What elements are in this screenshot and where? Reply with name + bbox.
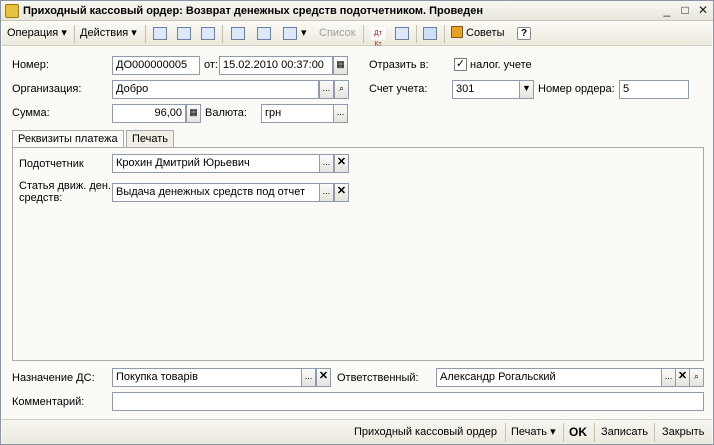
create-based-on-icon[interactable]	[280, 25, 300, 43]
toolbar-separator	[416, 25, 417, 43]
print-menu-button[interactable]: Печать ▾	[511, 424, 556, 442]
tab-print[interactable]: Печать	[126, 130, 175, 148]
save-button[interactable]: Записать	[601, 424, 648, 442]
date-field[interactable]: 15.02.2010 00:37:00	[219, 56, 333, 75]
number-field[interactable]: ДО000000005	[112, 56, 200, 75]
refresh-icon[interactable]	[174, 25, 194, 43]
account-dropdown-icon[interactable]: ▼	[519, 80, 534, 99]
account-label: Счет учета:	[369, 83, 428, 95]
organization-field[interactable]: Добро	[112, 80, 319, 99]
help-icon[interactable]: ?	[514, 25, 534, 43]
calculator-icon[interactable]: ▦	[186, 104, 201, 123]
tab-panel	[12, 147, 704, 361]
tax-accounting-label: налог. учете	[470, 59, 532, 71]
purpose-label: Назначение ДС:	[12, 372, 95, 384]
toolbar-separator	[222, 25, 223, 43]
report-icon[interactable]	[392, 25, 412, 43]
tips-icon	[451, 26, 463, 38]
comment-field[interactable]	[112, 392, 704, 411]
account-field[interactable]: 301	[452, 80, 520, 99]
cashflow-field[interactable]: Выдача денежных средств под отчет	[112, 183, 320, 202]
reflect-label: Отразить в:	[369, 59, 429, 71]
number-label: Номер:	[12, 59, 49, 71]
from-label: от:	[204, 59, 218, 71]
currency-label: Валюта:	[205, 107, 247, 119]
toolbar-separator	[363, 25, 364, 43]
command-bar: Приходный кассовый ордер Печать ▾ OK Зап…	[2, 419, 712, 444]
structure-icon[interactable]	[420, 25, 440, 43]
accountable-clear-icon[interactable]: ✕	[334, 154, 349, 173]
purpose-field[interactable]: Покупка товарів	[112, 368, 302, 387]
command-separator	[505, 423, 506, 442]
app-icon	[5, 4, 19, 18]
document-icon[interactable]	[198, 25, 218, 43]
organization-search-icon[interactable]: ⌕	[334, 80, 349, 99]
accountable-select-button[interactable]: ...	[319, 154, 334, 173]
tips-label: Советы	[466, 27, 505, 39]
document-window: Приходный кассовый ордер: Возврат денежн…	[0, 0, 714, 445]
cashflow-label-line1: Статья движ. ден.	[19, 180, 112, 192]
accountable-field[interactable]: Крохин Дмитрий Юрьевич	[112, 154, 320, 173]
tax-accounting-checkbox[interactable]: ✓	[454, 58, 467, 71]
tips-button[interactable]: Советы	[448, 25, 507, 43]
toolbar-separator	[444, 25, 445, 43]
title-bar: Приходный кассовый ордер: Возврат денежн…	[1, 1, 713, 21]
currency-field[interactable]: грн	[261, 104, 334, 123]
cashflow-label-line2: средств:	[19, 192, 63, 204]
responsible-clear-icon[interactable]: ✕	[675, 368, 690, 387]
toolbar-separator	[145, 25, 146, 43]
cash-order-print-button[interactable]: Приходный кассовый ордер	[354, 424, 497, 442]
command-separator	[594, 423, 595, 442]
calendar-icon[interactable]: ▦	[333, 56, 348, 75]
sum-field[interactable]: 96,00	[112, 104, 186, 123]
responsible-label: Ответственный:	[337, 372, 419, 384]
currency-select-button[interactable]: ...	[333, 104, 348, 123]
organization-select-button[interactable]: ...	[319, 80, 334, 99]
command-separator	[563, 423, 564, 442]
close-button[interactable]: Закрыть	[662, 424, 704, 442]
ok-button[interactable]: OK	[569, 424, 587, 442]
list-button[interactable]: Список	[316, 25, 359, 43]
responsible-select-button[interactable]: ...	[661, 368, 676, 387]
back-arrow-icon[interactable]	[150, 25, 170, 43]
responsible-field[interactable]: Александр Рогальский	[436, 368, 662, 387]
actions-menu[interactable]: Действия ▾	[77, 25, 140, 43]
comment-label: Комментарий:	[12, 396, 85, 408]
sum-label: Сумма:	[12, 107, 50, 119]
maximize-button[interactable]: □	[677, 3, 693, 18]
purpose-select-button[interactable]: ...	[301, 368, 316, 387]
cashflow-clear-icon[interactable]: ✕	[334, 183, 349, 202]
order-number-field[interactable]: 5	[619, 80, 689, 99]
tab-payment-details[interactable]: Реквизиты платежа	[12, 130, 124, 148]
order-number-label: Номер ордера:	[538, 83, 615, 95]
purpose-clear-icon[interactable]: ✕	[316, 368, 331, 387]
command-separator	[654, 423, 655, 442]
close-window-button[interactable]: ✕	[695, 3, 711, 18]
minimize-button[interactable]: _	[659, 3, 675, 18]
organization-label: Организация:	[12, 83, 82, 95]
responsible-search-icon[interactable]: ⌕	[689, 368, 704, 387]
unpost-document-icon[interactable]	[254, 25, 274, 43]
dt-kt-icon[interactable]: Дт Кт	[368, 25, 388, 48]
accountable-label: Подотчетник	[19, 158, 84, 170]
cashflow-select-button[interactable]: ...	[319, 183, 334, 202]
toolbar: Операция ▾ Действия ▾ ▾ Список Дт Кт Сов…	[2, 22, 712, 48]
window-title: Приходный кассовый ордер: Возврат денежн…	[23, 5, 483, 17]
post-document-icon[interactable]	[228, 25, 248, 43]
chevron-down-icon[interactable]: ▾	[298, 25, 310, 43]
operation-menu[interactable]: Операция ▾	[4, 25, 70, 43]
toolbar-separator	[74, 25, 75, 43]
